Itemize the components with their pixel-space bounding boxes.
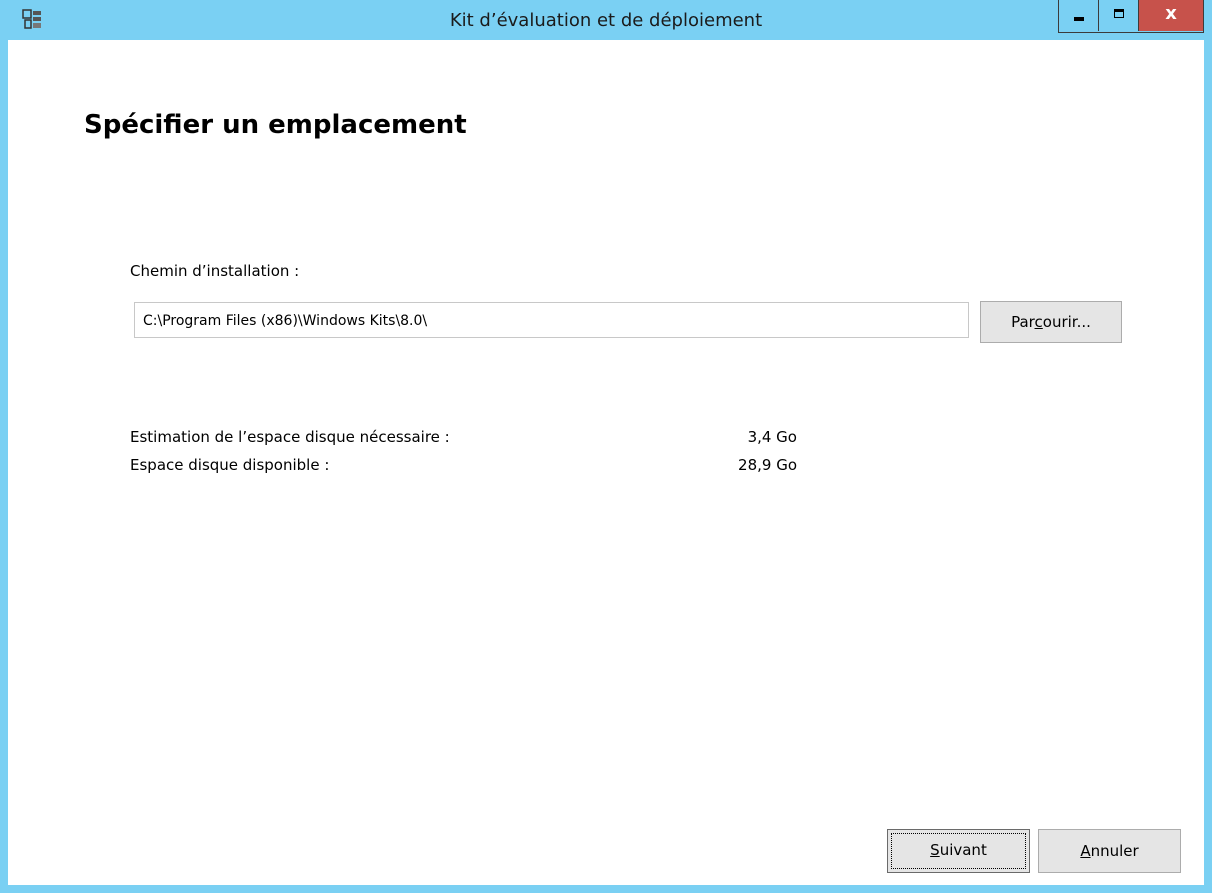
- browse-label-pre: Par: [1011, 313, 1035, 331]
- available-space-label: Espace disque disponible :: [130, 456, 330, 474]
- cancel-label-accel: A: [1080, 842, 1091, 860]
- install-path-label: Chemin d’installation :: [130, 262, 300, 280]
- window-controls: x: [1058, 0, 1204, 33]
- close-icon: x: [1165, 3, 1177, 24]
- cancel-label-rest: nnuler: [1090, 842, 1139, 860]
- cancel-button[interactable]: Annuler: [1038, 829, 1181, 873]
- browse-button[interactable]: Parcourir...: [980, 301, 1122, 343]
- close-button[interactable]: x: [1139, 0, 1203, 31]
- maximize-button[interactable]: [1099, 0, 1139, 31]
- minimize-icon: [1074, 17, 1084, 21]
- required-space-label: Estimation de l’espace disque nécessaire…: [130, 428, 450, 446]
- page-title: Spécifier un emplacement: [84, 110, 467, 140]
- install-path-input[interactable]: C:\Program Files (x86)\Windows Kits\8.0\: [134, 302, 969, 338]
- next-button[interactable]: Suivant: [887, 829, 1030, 873]
- focus-rectangle: [891, 833, 1026, 869]
- browse-label-accel: c: [1034, 313, 1043, 331]
- available-space-value: 28,9 Go: [738, 456, 797, 474]
- required-space-value: 3,4 Go: [747, 428, 797, 446]
- window-title: Kit d’évaluation et de déploiement: [449, 10, 763, 31]
- minimize-button[interactable]: [1059, 0, 1099, 31]
- maximize-icon: [1114, 9, 1124, 18]
- browse-label-post: ourir...: [1042, 313, 1091, 331]
- title-bar[interactable]: Kit d’évaluation et de déploiement x: [0, 0, 1212, 40]
